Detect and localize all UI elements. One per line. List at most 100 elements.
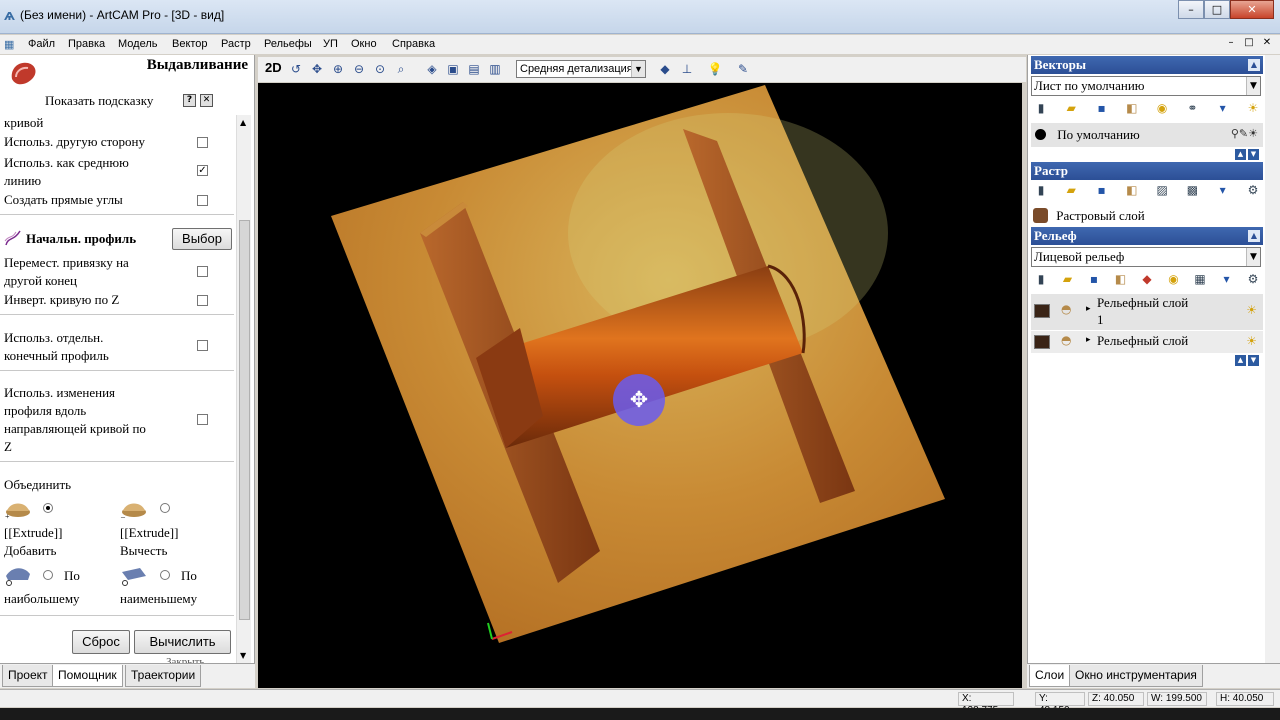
collapse-up-icon[interactable]: ▲ bbox=[1248, 230, 1260, 242]
move-up-icon[interactable]: ▲ bbox=[1235, 355, 1246, 366]
panel-scrollbar[interactable]: ▲ ▼ bbox=[236, 115, 251, 663]
pan-icon[interactable]: ✥ bbox=[308, 60, 326, 78]
square-corners-checkbox[interactable] bbox=[197, 195, 208, 206]
axes-icon[interactable]: ⊥ bbox=[678, 60, 696, 78]
vector-sheet-select[interactable]: Лист по умолчанию ▼ bbox=[1031, 76, 1261, 96]
delete-raster-icon[interactable]: ▾ bbox=[1215, 182, 1231, 198]
merge-relief-icon[interactable]: ◧ bbox=[1113, 271, 1129, 287]
gray-layer-icon[interactable]: ▨ bbox=[1154, 182, 1170, 198]
menu-edit[interactable]: Правка bbox=[68, 38, 105, 50]
new-raster-icon[interactable]: ▮ bbox=[1033, 182, 1049, 198]
open-raster-icon[interactable]: ▰ bbox=[1063, 182, 1079, 198]
menu-help[interactable]: Справка bbox=[392, 38, 435, 50]
separate-end-profile-checkbox[interactable] bbox=[197, 340, 208, 351]
document-icon[interactable]: ▦ bbox=[4, 38, 14, 51]
expand-arrow-icon[interactable]: ▸ bbox=[1086, 303, 1091, 314]
menu-model[interactable]: Модель bbox=[118, 38, 157, 50]
hint-close-button[interactable]: ✕ bbox=[200, 94, 213, 107]
collapse-up-icon[interactable]: ▲ bbox=[1248, 59, 1260, 71]
right-panel-scrollbar[interactable] bbox=[1265, 55, 1280, 688]
zoom-fit-icon[interactable]: ⌕ bbox=[392, 60, 410, 78]
scroll-down-icon[interactable]: ▼ bbox=[240, 651, 246, 660]
top-view-icon[interactable]: ▥ bbox=[486, 60, 504, 78]
menu-raster[interactable]: Растр bbox=[221, 38, 251, 50]
delete-icon[interactable]: ▾ bbox=[1215, 100, 1231, 116]
delete-relief-icon[interactable]: ▾ bbox=[1219, 271, 1235, 287]
scroll-thumb[interactable] bbox=[239, 220, 250, 620]
tab-layers[interactable]: Слои bbox=[1029, 665, 1071, 687]
zoom-box-icon[interactable]: ⊙ bbox=[371, 60, 389, 78]
light-bulb-icon[interactable]: ☀ bbox=[1246, 303, 1257, 317]
new-layer-icon[interactable]: ▮ bbox=[1033, 100, 1049, 116]
open-folder-icon[interactable]: ▰ bbox=[1063, 100, 1079, 116]
new-relief-icon[interactable]: ▮ bbox=[1033, 271, 1049, 287]
rotate-icon[interactable]: ↺ bbox=[287, 60, 305, 78]
iso-view-icon[interactable]: ◈ bbox=[423, 60, 441, 78]
light-bulb-icon[interactable]: 💡 bbox=[706, 60, 724, 78]
minimize-button[interactable]: – bbox=[1178, 0, 1204, 19]
tab-assistant[interactable]: Помощник bbox=[52, 665, 123, 687]
side-view-icon[interactable]: ▤ bbox=[465, 60, 483, 78]
mdi-minimize-button[interactable]: – bbox=[1224, 36, 1238, 50]
link-icon[interactable]: ⚭ bbox=[1184, 100, 1200, 116]
detail-level-select[interactable]: Средняя детализация ▼ bbox=[516, 60, 646, 78]
view-2d-button[interactable]: 2D bbox=[265, 60, 282, 75]
select-profile-button[interactable]: Выбор bbox=[172, 228, 232, 250]
compute-button[interactable]: Вычислить bbox=[134, 630, 231, 654]
zoom-out-icon[interactable]: ⊖ bbox=[350, 60, 368, 78]
relief-settings-icon[interactable]: ⚙ bbox=[1245, 271, 1261, 287]
save-raster-icon[interactable]: ▪ bbox=[1094, 182, 1110, 198]
merge-raster-icon[interactable]: ◧ bbox=[1124, 182, 1140, 198]
relief-stack-icon[interactable]: ◆ bbox=[1139, 271, 1155, 287]
help-button[interactable]: ? bbox=[183, 94, 196, 107]
profile-variation-checkbox[interactable] bbox=[197, 414, 208, 425]
menu-window[interactable]: Окно bbox=[351, 38, 377, 50]
relief-select[interactable]: Лицевой рельеф ▼ bbox=[1031, 247, 1261, 267]
show-hint-link[interactable]: Показать подсказку bbox=[45, 93, 153, 109]
material-icon[interactable]: ✎ bbox=[734, 60, 752, 78]
front-view-icon[interactable]: ▣ bbox=[444, 60, 462, 78]
merge-icon[interactable]: ◧ bbox=[1124, 100, 1140, 116]
mdi-close-button[interactable]: ✕ bbox=[1260, 36, 1274, 50]
move-anchor-checkbox[interactable] bbox=[197, 266, 208, 277]
menu-vector[interactable]: Вектор bbox=[172, 38, 208, 50]
light-icon[interactable]: ☀ bbox=[1245, 100, 1261, 116]
light-bulb-icon[interactable]: ☀ bbox=[1246, 334, 1257, 348]
tab-toolpaths[interactable]: Траектории bbox=[125, 665, 202, 687]
relief-layer-1[interactable]: ◓ ▸ Рельефный слой 1 ☀ bbox=[1031, 294, 1263, 330]
menu-toolpaths[interactable]: УП bbox=[323, 38, 338, 50]
save-relief-icon[interactable]: ▪ bbox=[1086, 271, 1102, 287]
menu-file[interactable]: Файл bbox=[28, 38, 55, 50]
open-relief-icon[interactable]: ▰ bbox=[1060, 271, 1076, 287]
maximize-button[interactable]: □ bbox=[1204, 0, 1230, 19]
merge-lowest-radio[interactable] bbox=[160, 570, 170, 580]
3d-viewport[interactable]: ✥ bbox=[258, 83, 1022, 688]
tab-toolbox[interactable]: Окно инструментария bbox=[1069, 665, 1203, 687]
shaded-view-icon[interactable]: ◆ bbox=[656, 60, 674, 78]
expand-arrow-icon[interactable]: ▸ bbox=[1086, 334, 1091, 345]
close-button[interactable]: ✕ bbox=[1230, 0, 1274, 19]
relief-model-render[interactable]: ✥ bbox=[258, 83, 1022, 688]
relief-lamp-icon[interactable]: ◉ bbox=[1166, 271, 1182, 287]
move-down-icon[interactable]: ▼ bbox=[1248, 149, 1259, 160]
move-up-icon[interactable]: ▲ bbox=[1235, 149, 1246, 160]
raster-layer[interactable]: Растровый слой bbox=[1031, 206, 1263, 226]
image-icon[interactable]: ▩ bbox=[1184, 182, 1200, 198]
lamp-icon[interactable]: ◉ bbox=[1154, 100, 1170, 116]
use-other-side-checkbox[interactable] bbox=[197, 137, 208, 148]
menu-reliefs[interactable]: Рельефы bbox=[264, 38, 312, 50]
merge-highest-radio[interactable] bbox=[43, 570, 53, 580]
mdi-restore-button[interactable]: □ bbox=[1242, 36, 1256, 50]
zoom-in-icon[interactable]: ⊕ bbox=[329, 60, 347, 78]
add-radio[interactable] bbox=[43, 503, 53, 513]
invert-z-checkbox[interactable] bbox=[197, 295, 208, 306]
save-icon[interactable]: ▪ bbox=[1094, 100, 1110, 116]
use-as-centerline-checkbox[interactable]: ✓ bbox=[197, 165, 208, 176]
vector-layer-default[interactable]: По умолчанию ⚲✎☀ bbox=[1031, 123, 1263, 147]
gear-icon[interactable]: ⚙ bbox=[1245, 182, 1261, 198]
scroll-up-icon[interactable]: ▲ bbox=[240, 118, 246, 127]
reset-button[interactable]: Сброс bbox=[72, 630, 130, 654]
move-down-icon[interactable]: ▼ bbox=[1248, 355, 1259, 366]
relief-layer-2[interactable]: ◓ ▸ Рельефный слой ☀ bbox=[1031, 331, 1263, 353]
relief-table-icon[interactable]: ▦ bbox=[1192, 271, 1208, 287]
